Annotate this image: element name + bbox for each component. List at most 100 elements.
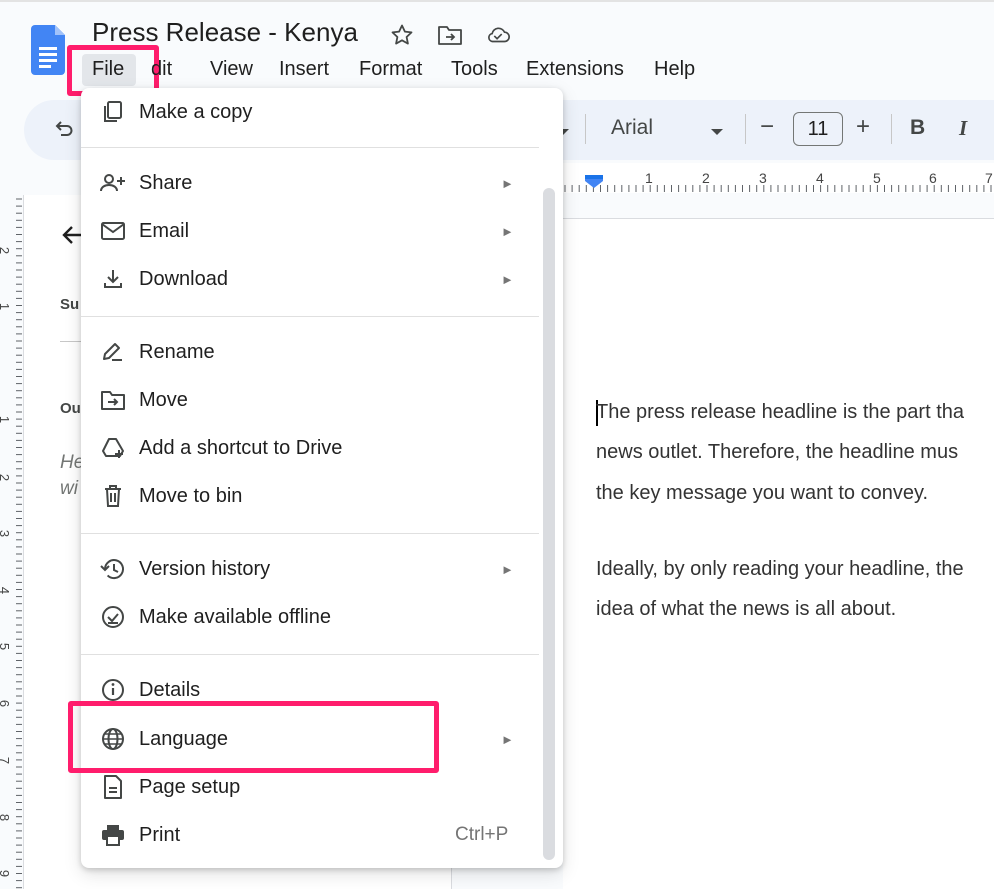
vertical-ruler [0,195,23,889]
paragraph-line[interactable]: news outlet. Therefore, the headline mus [596,441,958,464]
ruler-number: 2 [702,170,710,186]
font-size-increase-button[interactable]: + [856,113,870,141]
menu-item-make-a-copy[interactable]: Make a copy [81,88,541,136]
menu-help[interactable]: Help [654,58,695,81]
menu-item-label: Make available offline [139,605,331,628]
top-border [0,0,994,2]
italic-button[interactable]: I [959,116,967,141]
ruler-number: 6 [929,170,937,186]
print-icon [99,821,127,849]
vruler-number: 4 [0,587,12,594]
outline-heading: Ou [60,400,81,417]
document-title[interactable]: Press Release - Kenya [92,17,358,48]
menu-scrollbar[interactable] [543,188,555,860]
menu-item-version-history[interactable]: Version history ► [81,545,541,593]
font-dropdown-arrow-icon[interactable] [709,124,725,135]
toolbar-separator [745,114,746,144]
paragraph-line[interactable]: idea of what the news is all about. [596,598,896,621]
menu-tools[interactable]: Tools [451,58,498,81]
font-size-decrease-button[interactable]: − [760,113,774,141]
vruler-number: 5 [0,643,12,650]
vruler-number: 9 [0,870,12,877]
menu-separator [81,316,539,317]
paragraph-line[interactable]: the key message you want to convey. [596,482,928,505]
ruler-number: 5 [873,170,881,186]
cloud-saved-icon[interactable] [485,22,511,48]
download-icon [99,265,127,293]
menu-item-label: Rename [139,340,215,363]
menu-insert[interactable]: Insert [279,58,329,81]
undo-icon[interactable] [52,118,74,140]
ruler-number: 1 [645,170,653,186]
paragraph-line[interactable]: Ideally, by only reading your headline, … [596,558,964,581]
menu-item-label: Make a copy [139,100,253,123]
submenu-arrow-icon: ► [501,731,514,747]
menu-separator [81,147,539,148]
history-icon [99,555,127,583]
summary-heading: Su [60,296,80,313]
menu-item-label: Download [139,267,228,290]
menu-item-label: Move [139,388,188,411]
ruler-number: 3 [759,170,767,186]
print-shortcut: Ctrl+P [455,824,509,845]
menu-item-rename[interactable]: Rename [81,328,541,376]
submenu-arrow-icon: ► [501,175,514,191]
star-icon[interactable] [389,22,415,48]
email-icon [99,217,127,245]
menu-item-print[interactable]: Print Ctrl+P [81,811,541,859]
vruler-number: 2 [0,474,12,481]
menu-item-label: Share [139,171,193,194]
submenu-arrow-icon: ► [501,223,514,239]
docs-logo-icon[interactable] [31,25,65,75]
vruler-number: 8 [0,814,12,821]
rename-icon [99,338,127,366]
menu-item-label: Details [139,678,201,701]
menu-item-label: Page setup [139,775,241,798]
submenu-arrow-icon: ► [501,561,514,577]
menu-item-download[interactable]: Download ► [81,255,541,303]
offline-icon [99,603,127,631]
bold-button[interactable]: B [910,116,925,140]
menu-edit[interactable]: dit [151,58,172,81]
menu-extensions[interactable]: Extensions [526,58,624,81]
menu-separator [81,533,539,534]
language-highlight [68,701,439,773]
toolbar-separator [891,114,892,144]
menu-item-add-shortcut[interactable]: Add a shortcut to Drive [81,424,541,472]
menu-format[interactable]: Format [359,58,422,81]
menu-item-label: Email [139,219,190,242]
font-select[interactable]: Arial [611,116,653,140]
font-size-input[interactable]: 11 [793,112,843,146]
toolbar-separator [585,114,586,144]
menu-item-label: Print [139,823,181,846]
copy-icon [99,98,127,126]
share-person-icon [99,169,127,197]
menu-item-available-offline[interactable]: Make available offline [81,593,541,641]
menu-item-email[interactable]: Email ► [81,207,541,255]
menu-view[interactable]: View [210,58,253,81]
ruler-number: 7 [985,170,993,186]
menu-item-move-to-bin[interactable]: Move to bin [81,472,541,520]
drive-shortcut-icon [99,434,127,462]
info-icon [99,676,127,704]
vruler-number: 7 [0,757,12,764]
trash-icon [99,482,127,510]
vruler-number: 1 [0,303,12,310]
page-icon [99,773,127,801]
vruler-number: 3 [0,530,12,537]
menu-item-label: Version history [139,557,271,580]
vruler-number: 6 [0,700,12,707]
vruler-number: 2 [0,247,12,254]
document-page[interactable] [563,219,994,889]
ruler-number: 4 [816,170,824,186]
menu-item-move[interactable]: Move [81,376,541,424]
submenu-arrow-icon: ► [501,271,514,287]
paragraph-line[interactable]: The press release headline is the part t… [596,401,964,424]
menu-separator [81,654,539,655]
move-folder-icon [99,386,127,414]
menu-item-label: Move to bin [139,484,243,507]
menu-item-share[interactable]: Share ► [81,159,541,207]
menu-item-label: Add a shortcut to Drive [139,436,343,459]
outline-placeholder-line: wi [60,478,78,499]
move-folder-icon[interactable] [437,22,463,48]
